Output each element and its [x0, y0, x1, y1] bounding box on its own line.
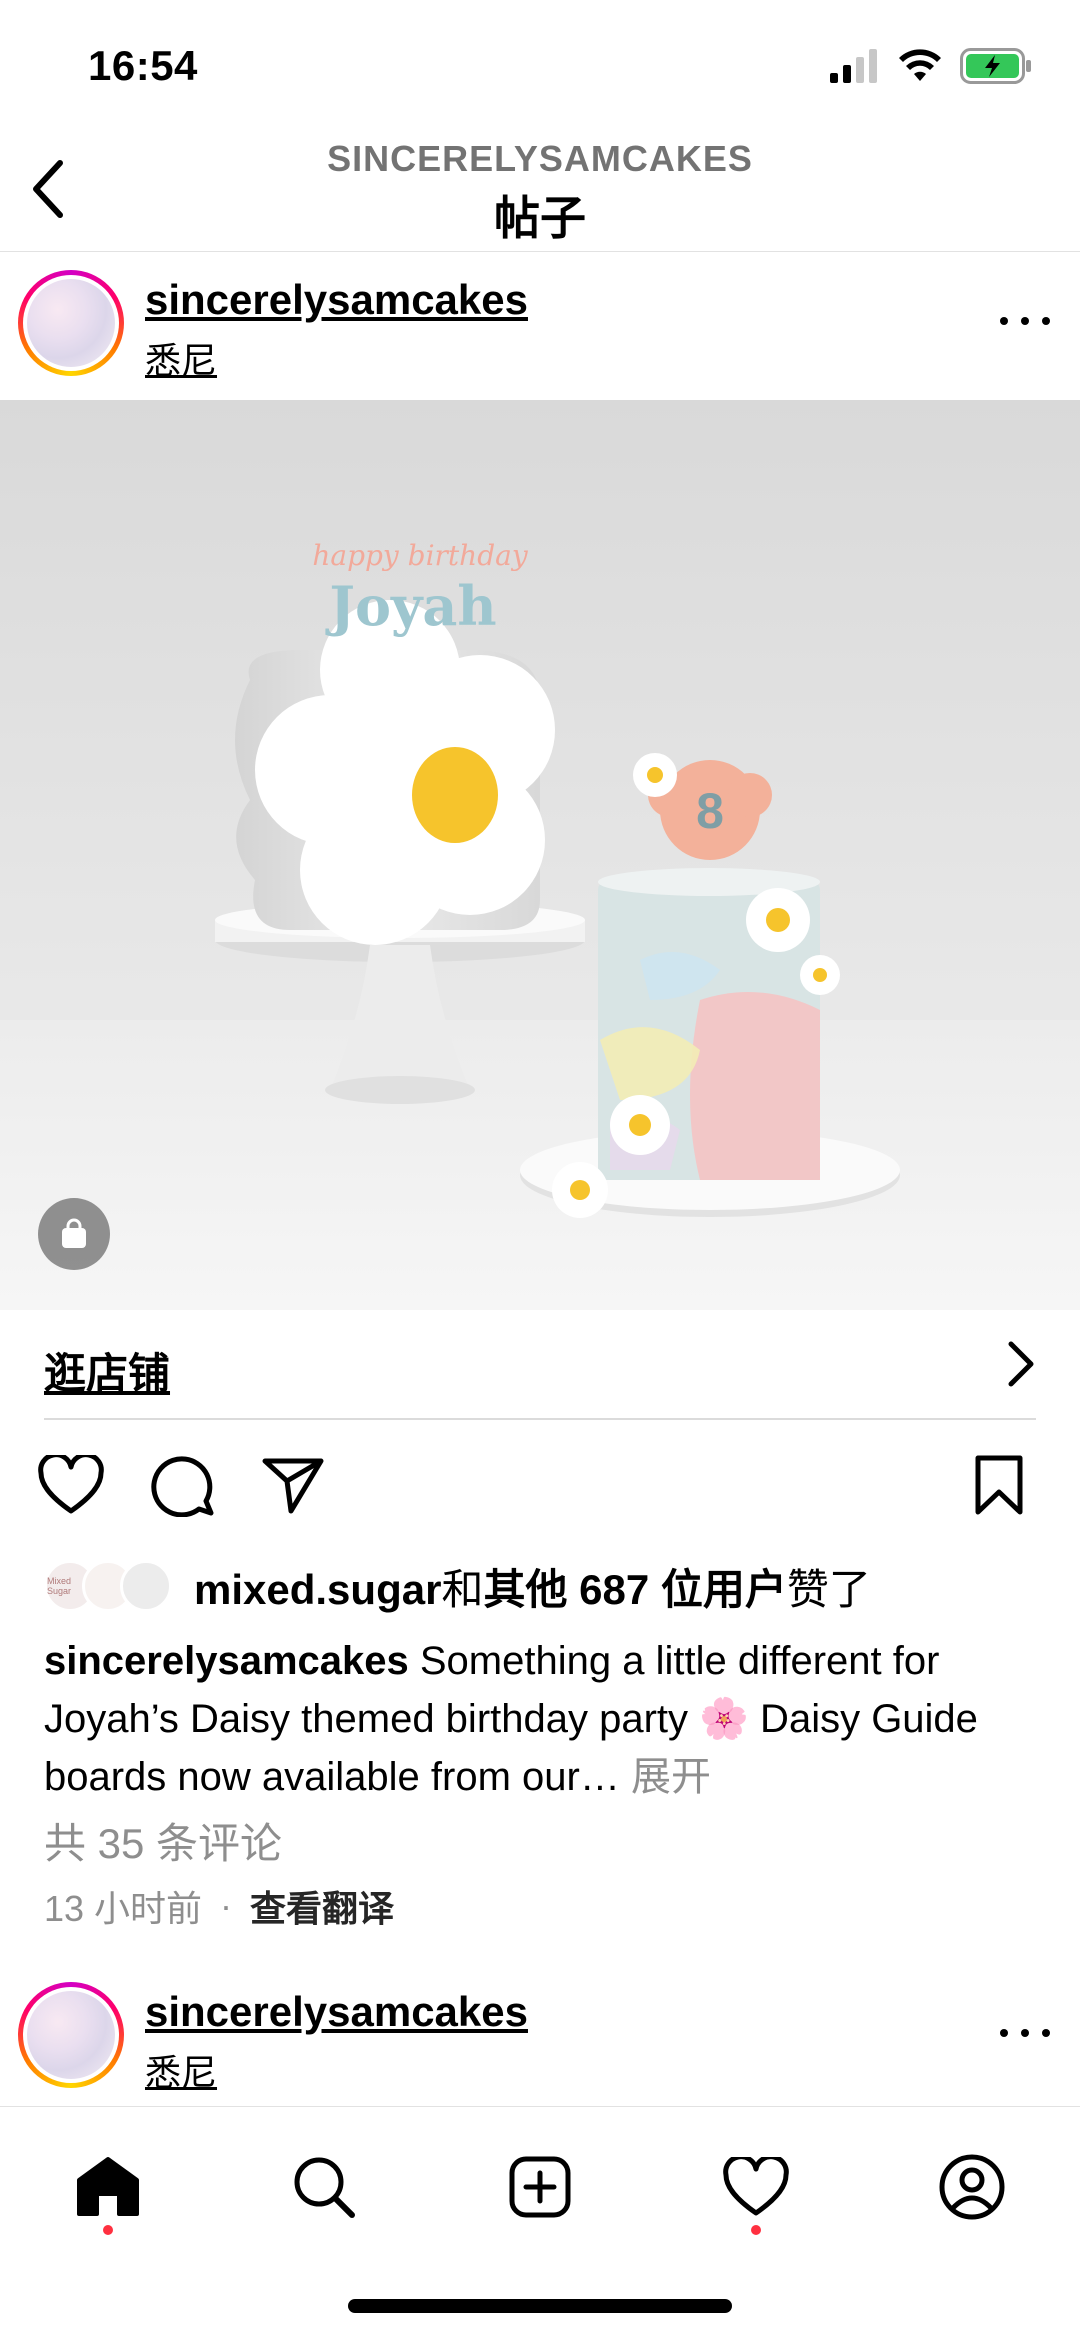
tab-home[interactable]	[68, 2147, 148, 2227]
view-comments-link[interactable]: 共 35 条评论	[44, 1810, 282, 1871]
likes-text: mixed.sugar和其他 687 位用户赞了	[194, 1565, 871, 1613]
status-icons	[830, 48, 1032, 84]
like-button[interactable]	[36, 1450, 106, 1520]
post-timestamp: 13 小时前	[44, 1888, 203, 1929]
home-indicator[interactable]	[348, 2299, 732, 2313]
caption: sincerelysamcakes Something a little dif…	[44, 1632, 1044, 1806]
activity-notification-dot	[751, 2225, 761, 2235]
cake-photo: happy birthday Joyah 8	[0, 400, 1080, 1310]
create-icon	[509, 2156, 571, 2218]
tab-create[interactable]	[500, 2147, 580, 2227]
topper-number: 8	[696, 783, 724, 839]
status-bar: 16:54	[0, 0, 1080, 130]
next-post-location[interactable]: 悉尼	[145, 2044, 217, 2096]
tab-profile[interactable]	[932, 2147, 1012, 2227]
header-account-name: SINCERELYSAMCAKES	[327, 138, 753, 179]
cellular-signal-icon	[830, 49, 877, 83]
home-icon	[77, 2157, 139, 2216]
post-image[interactable]: happy birthday Joyah 8	[0, 400, 1080, 1310]
avatar[interactable]	[18, 270, 124, 376]
likes-others[interactable]: 其他 687 位用户	[483, 1566, 786, 1613]
profile-icon	[939, 2154, 1005, 2220]
caption-username[interactable]: sincerelysamcakes	[44, 1639, 409, 1683]
avatar-image	[27, 1991, 115, 2079]
next-post-username[interactable]: sincerelysamcakes	[145, 1988, 528, 2036]
more-horizontal-icon	[1000, 2029, 1008, 2037]
meta-separator: ·	[220, 1885, 233, 1926]
liker-username[interactable]: mixed.sugar	[194, 1566, 441, 1613]
activity-heart-icon	[723, 2157, 789, 2216]
shop-badge[interactable]	[38, 1198, 110, 1270]
heart-icon	[38, 1455, 104, 1514]
home-notification-dot	[103, 2225, 113, 2235]
bottom-tab-bar	[0, 2106, 1080, 2337]
battery-icon	[960, 48, 1031, 84]
post-header: sincerelysamcakes 悉尼	[0, 252, 1080, 400]
avatar-image	[27, 279, 115, 367]
comment-icon	[151, 1456, 214, 1517]
search-icon	[294, 2157, 355, 2218]
post-username[interactable]: sincerelysamcakes	[145, 276, 528, 324]
nav-header: SINCERELYSAMCAKES 帖子	[0, 130, 1080, 252]
bookmark-icon	[975, 1455, 1023, 1515]
page-title: 帖子	[494, 192, 586, 244]
comment-button[interactable]	[148, 1450, 218, 1520]
next-post-header: sincerelysamcakes 悉尼	[0, 1964, 1080, 2112]
shop-link[interactable]: 逛店铺	[44, 1310, 1036, 1420]
tab-search[interactable]	[284, 2147, 364, 2227]
clock: 16:54	[88, 42, 198, 89]
tab-activity[interactable]	[716, 2147, 796, 2227]
more-options-button[interactable]	[1000, 2018, 1050, 2048]
liker-avatar	[120, 1560, 172, 1612]
more-options-button[interactable]	[1000, 306, 1050, 336]
chevron-right-icon	[1008, 1341, 1034, 1387]
header-titles: SINCERELYSAMCAKES 帖子	[0, 138, 1080, 248]
shopping-bag-icon	[62, 1218, 86, 1248]
post-meta: 13 小时前 · 查看翻译	[44, 1880, 394, 1932]
share-button[interactable]	[258, 1450, 328, 1520]
save-button[interactable]	[964, 1450, 1034, 1520]
post-actions	[0, 1450, 1080, 1524]
caption-more-link[interactable]: 展开	[631, 1755, 711, 1799]
wifi-icon	[899, 49, 941, 81]
likes-row[interactable]: Mixed Sugar mixed.sugar和其他 687 位用户赞了	[44, 1556, 871, 1616]
shop-label: 逛店铺	[44, 1350, 171, 1397]
more-horizontal-icon	[1000, 317, 1008, 325]
post-location[interactable]: 悉尼	[145, 332, 217, 384]
topper-name: Joyah	[325, 574, 496, 638]
avatar[interactable]	[18, 1982, 124, 2088]
translate-link[interactable]: 查看翻译	[250, 1880, 394, 1932]
topper-happy-birthday: happy birthday	[312, 539, 528, 572]
send-icon	[262, 1458, 324, 1514]
